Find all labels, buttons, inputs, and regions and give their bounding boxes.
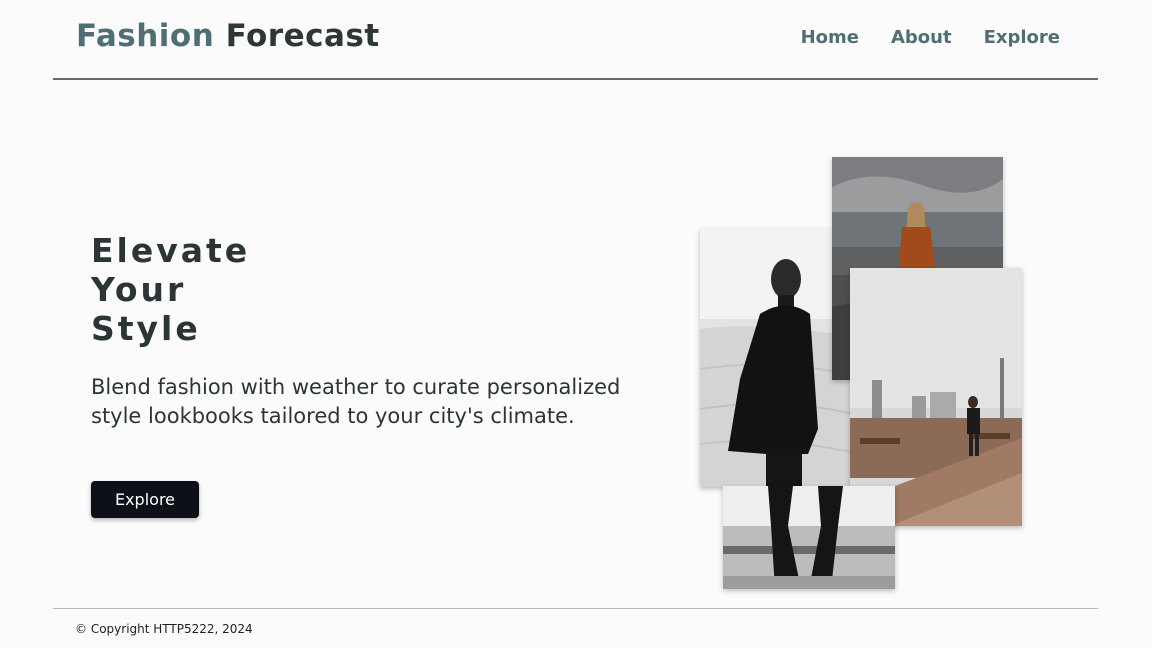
nav-home-link[interactable]: Home	[801, 27, 859, 48]
site-footer: © Copyright HTTP5222, 2024	[53, 608, 1098, 636]
hero-title: Elevate Your Style	[91, 231, 250, 348]
copyright-text: © Copyright HTTP5222, 2024	[75, 622, 253, 636]
logo-word-fashion: Fashion	[76, 18, 215, 54]
main-nav: Home About Explore	[801, 27, 1060, 48]
nav-explore-link[interactable]: Explore	[984, 27, 1060, 48]
site-header: Fashion Forecast Home About Explore	[53, 0, 1098, 80]
hero-title-line: Your	[91, 270, 187, 309]
hero-title-line: Elevate	[91, 231, 251, 270]
hero-description: Blend fashion with weather to curate per…	[91, 375, 621, 428]
hero-title-line: Style	[91, 309, 201, 348]
collage-photo-reflection	[723, 486, 895, 589]
nav-about-link[interactable]: About	[891, 27, 952, 48]
logo-word-forecast: Forecast	[225, 18, 380, 54]
explore-button[interactable]: Explore	[91, 481, 199, 518]
site-logo[interactable]: Fashion Forecast	[76, 18, 380, 54]
